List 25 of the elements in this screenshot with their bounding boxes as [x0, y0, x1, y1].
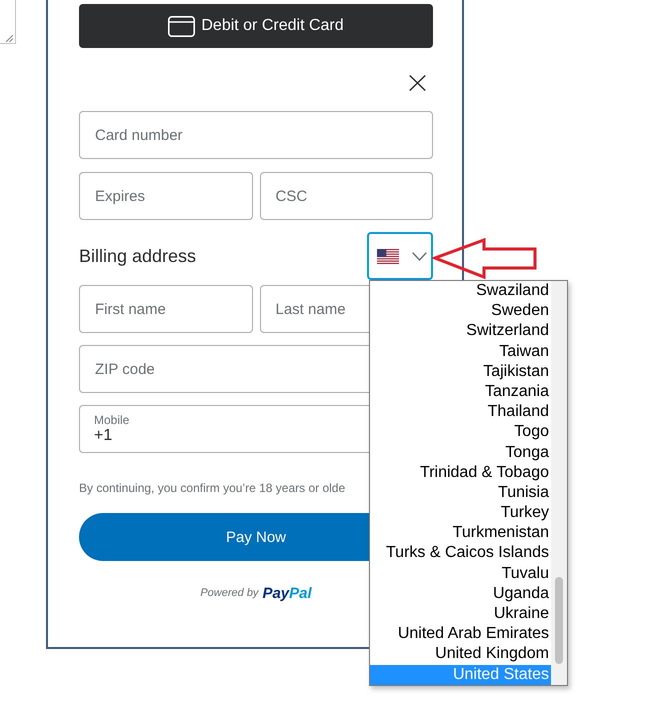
text-area[interactable] [0, 0, 16, 44]
dropdown-option[interactable]: United Kingdom [370, 644, 551, 665]
dropdown-option[interactable]: Ukraine [370, 604, 551, 624]
disclaimer-text: By continuing, you confirm you’re 18 years or olde [79, 481, 346, 495]
close-icon[interactable] [409, 75, 426, 91]
paypal-logo: PayPal [262, 584, 312, 602]
credit-card-icon [168, 16, 196, 36]
payment-method-button[interactable]: Debit or Credit Card [79, 4, 433, 48]
chevron-down-icon [412, 252, 427, 260]
dropdown-option[interactable]: Tuvalu [370, 564, 551, 584]
dropdown-option[interactable]: Trinidad & Tobago [370, 462, 551, 483]
input-field[interactable]: Expires [79, 172, 252, 220]
country-select[interactable] [367, 232, 433, 280]
powered-by-text: Powered by [200, 587, 258, 599]
input-field[interactable]: CSC [260, 172, 433, 220]
input-field[interactable]: Card number [79, 111, 433, 159]
dropdown-option[interactable]: United Arab Emirates [370, 624, 551, 644]
scrollbar-thumb[interactable] [555, 577, 563, 664]
dropdown-option[interactable]: Tunisia [370, 482, 551, 504]
dropdown-option[interactable]: Uganda [370, 584, 551, 604]
resize-grip-icon[interactable] [6, 35, 13, 42]
flag-icon [377, 248, 399, 264]
scrollbar-track[interactable] [551, 281, 567, 685]
section-title: Billing address [79, 246, 196, 266]
input-field[interactable]: First name [79, 285, 252, 333]
